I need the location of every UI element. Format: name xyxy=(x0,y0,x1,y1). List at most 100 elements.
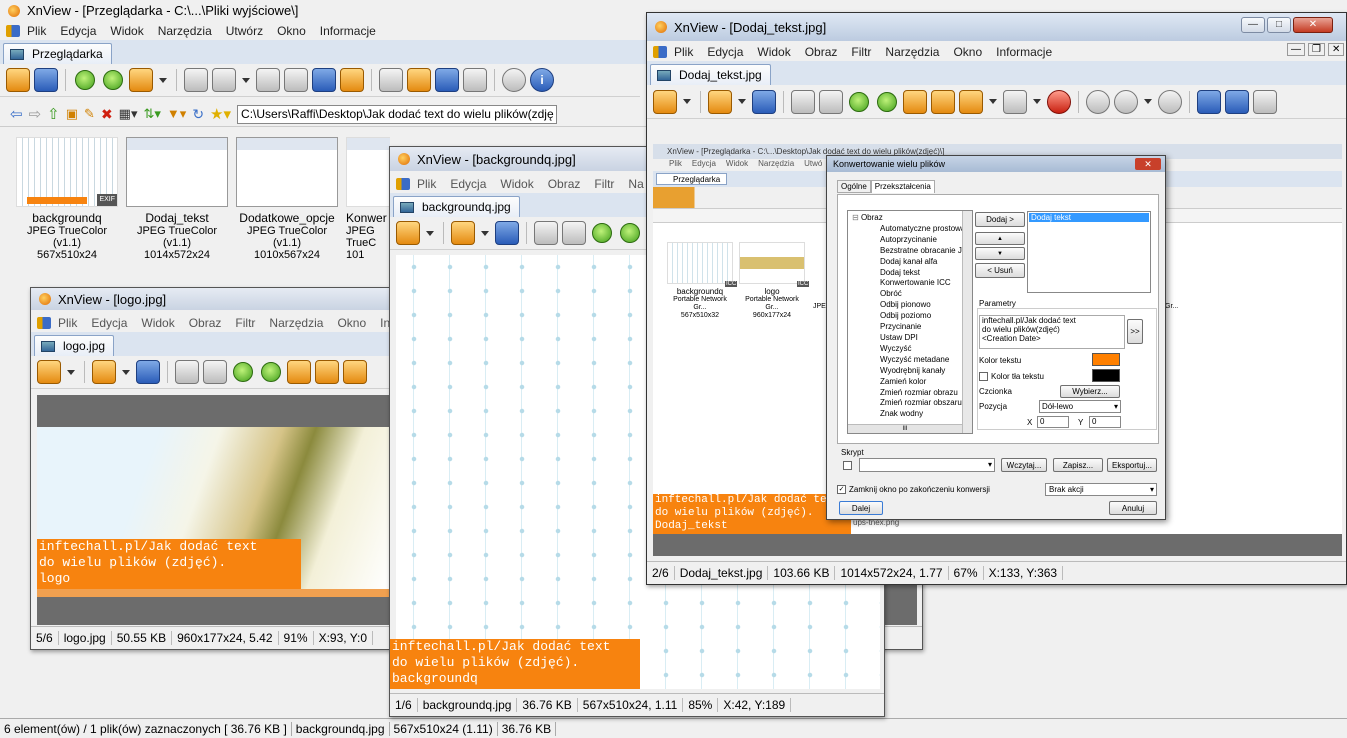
maximize-icon[interactable]: □ xyxy=(1267,17,1291,33)
delete-icon[interactable]: ✖ xyxy=(101,106,113,123)
browser-icon[interactable] xyxy=(37,360,61,384)
menu-filtr[interactable]: Filtr xyxy=(844,45,878,59)
up-folder-icon[interactable]: ⇧ xyxy=(47,105,60,123)
menu-edycja[interactable]: Edycja xyxy=(84,316,134,330)
mdi-minimize-icon[interactable]: — xyxy=(1287,43,1305,56)
slideshow-icon[interactable] xyxy=(407,68,431,92)
sort-icon[interactable]: ⇅▾ xyxy=(143,106,160,122)
menu-edycja[interactable]: Edycja xyxy=(53,24,103,38)
web-icon[interactable] xyxy=(435,68,459,92)
dropdown-arrow-icon[interactable] xyxy=(1033,99,1041,104)
undo-icon[interactable] xyxy=(534,221,558,245)
dropdown-arrow-icon[interactable] xyxy=(426,230,434,236)
thumbnail-item[interactable]: Dodatkowe_opcje JPEG TrueColor (v1.1) 10… xyxy=(236,137,338,261)
batch-icon[interactable] xyxy=(343,360,367,384)
color-balance-icon[interactable] xyxy=(1003,89,1027,114)
menu-widok[interactable]: Widok xyxy=(493,177,540,191)
menu-edycja[interactable]: Edycja xyxy=(443,177,493,191)
capture-icon[interactable] xyxy=(379,68,403,92)
favorites-star-icon[interactable]: ★▾ xyxy=(210,105,231,123)
dropdown-arrow-icon[interactable] xyxy=(683,99,691,104)
undo-icon[interactable] xyxy=(791,89,815,114)
contact-sheet-icon[interactable] xyxy=(463,68,487,92)
menu-narzedzia[interactable]: Narzędzia xyxy=(878,45,946,59)
dropdown-arrow-icon[interactable] xyxy=(159,77,167,83)
zoom-out-icon[interactable] xyxy=(1158,89,1182,114)
dropdown-arrow-icon[interactable] xyxy=(67,369,75,375)
save-icon[interactable] xyxy=(752,89,776,114)
menu-widok[interactable]: Widok xyxy=(103,24,150,38)
copy-icon[interactable] xyxy=(212,68,236,92)
settings-gear-icon[interactable] xyxy=(502,68,526,92)
rotate-right-icon[interactable] xyxy=(877,91,897,112)
menu-informacje[interactable]: Informacje xyxy=(313,24,383,38)
rotate-right-icon[interactable] xyxy=(103,70,123,90)
open-folder-icon[interactable] xyxy=(451,221,475,245)
crop-icon[interactable] xyxy=(562,221,586,245)
flip-icon[interactable] xyxy=(315,360,339,384)
minimize-icon[interactable]: — xyxy=(1241,17,1265,33)
menu-obraz[interactable]: Obraz xyxy=(798,45,845,59)
dropdown-arrow-icon[interactable] xyxy=(481,230,489,236)
menu-plik[interactable]: Plik xyxy=(667,45,700,59)
dropdown-arrow-icon[interactable] xyxy=(1144,99,1152,104)
mdi-close-icon[interactable]: ✕ xyxy=(1327,43,1345,56)
batch-icon[interactable] xyxy=(129,68,153,92)
print-icon[interactable] xyxy=(284,68,308,92)
fullscreen-icon[interactable] xyxy=(34,68,58,92)
browser-icon[interactable] xyxy=(653,89,677,114)
crop-icon[interactable] xyxy=(819,89,843,114)
menu-widok[interactable]: Widok xyxy=(750,45,797,59)
rotate-left-icon[interactable] xyxy=(233,362,253,382)
menu-edycja[interactable]: Edycja xyxy=(700,45,750,59)
next-image-icon[interactable] xyxy=(1225,89,1249,114)
image-icon[interactable] xyxy=(6,68,30,92)
thumbnail-item[interactable]: Konwer JPEG TrueC 101 xyxy=(346,137,390,261)
filter-icon[interactable]: ▼▾ xyxy=(167,106,186,122)
save-icon[interactable] xyxy=(495,221,519,245)
resize-icon[interactable] xyxy=(903,89,927,114)
menu-utworz[interactable]: Utwórz xyxy=(219,24,270,38)
dropdown-arrow-icon[interactable] xyxy=(242,77,250,83)
rotate-left-icon[interactable] xyxy=(849,91,869,112)
menu-okno[interactable]: Okno xyxy=(270,24,313,38)
previous-image-icon[interactable] xyxy=(1197,89,1221,114)
menu-informacje[interactable]: Informacje xyxy=(989,45,1059,59)
zoom-in-icon[interactable] xyxy=(1086,89,1110,114)
rotate-left-icon[interactable] xyxy=(592,223,612,243)
forward-arrow-icon[interactable]: ⇨ xyxy=(29,105,42,123)
rotate-left-icon[interactable] xyxy=(75,70,95,90)
menu-narzedzia[interactable]: Narzędzia xyxy=(151,24,219,38)
menu-narzedzia[interactable]: Narzędzia xyxy=(262,316,330,330)
resize-icon[interactable] xyxy=(287,360,311,384)
menu-okno[interactable]: Okno xyxy=(946,45,989,59)
zoom-actual-icon[interactable] xyxy=(1114,89,1138,114)
info-icon[interactable]: i xyxy=(530,68,554,92)
menu-obraz[interactable]: Obraz xyxy=(182,316,229,330)
menu-filtr[interactable]: Filtr xyxy=(587,177,621,191)
crop-icon[interactable] xyxy=(203,360,227,384)
tab-dodaj-tekst[interactable]: Dodaj_tekst.jpg xyxy=(650,64,771,85)
open-folder-icon[interactable] xyxy=(92,360,116,384)
menu-plik[interactable]: Plik xyxy=(20,24,53,38)
flip-icon[interactable] xyxy=(931,89,955,114)
menu-okno[interactable]: Okno xyxy=(330,316,373,330)
batch-icon[interactable] xyxy=(959,89,983,114)
back-arrow-icon[interactable]: ⇦ xyxy=(10,105,23,123)
save-icon[interactable] xyxy=(136,360,160,384)
rotate-right-icon[interactable] xyxy=(620,223,640,243)
menu-plik[interactable]: Plik xyxy=(51,316,84,330)
menu-obraz[interactable]: Obraz xyxy=(541,177,588,191)
last-image-icon[interactable] xyxy=(1253,89,1277,114)
tab-przegladarka[interactable]: Przeglądarka xyxy=(3,43,112,64)
refresh-icon[interactable]: ↻ xyxy=(192,106,204,123)
find-icon[interactable] xyxy=(256,68,280,92)
new-folder-icon[interactable]: ▣ xyxy=(66,106,78,122)
effects-icon[interactable] xyxy=(1047,89,1071,114)
tab-backgroundq[interactable]: backgroundq.jpg xyxy=(393,196,520,217)
close-icon[interactable]: ✕ xyxy=(1293,17,1333,33)
thumbnail-item[interactable]: EXIF backgroundq JPEG TrueColor (v1.1) 5… xyxy=(16,137,118,261)
open-folder-icon[interactable] xyxy=(708,89,732,114)
menu-widok[interactable]: Widok xyxy=(134,316,181,330)
tab-logo[interactable]: logo.jpg xyxy=(34,335,115,356)
